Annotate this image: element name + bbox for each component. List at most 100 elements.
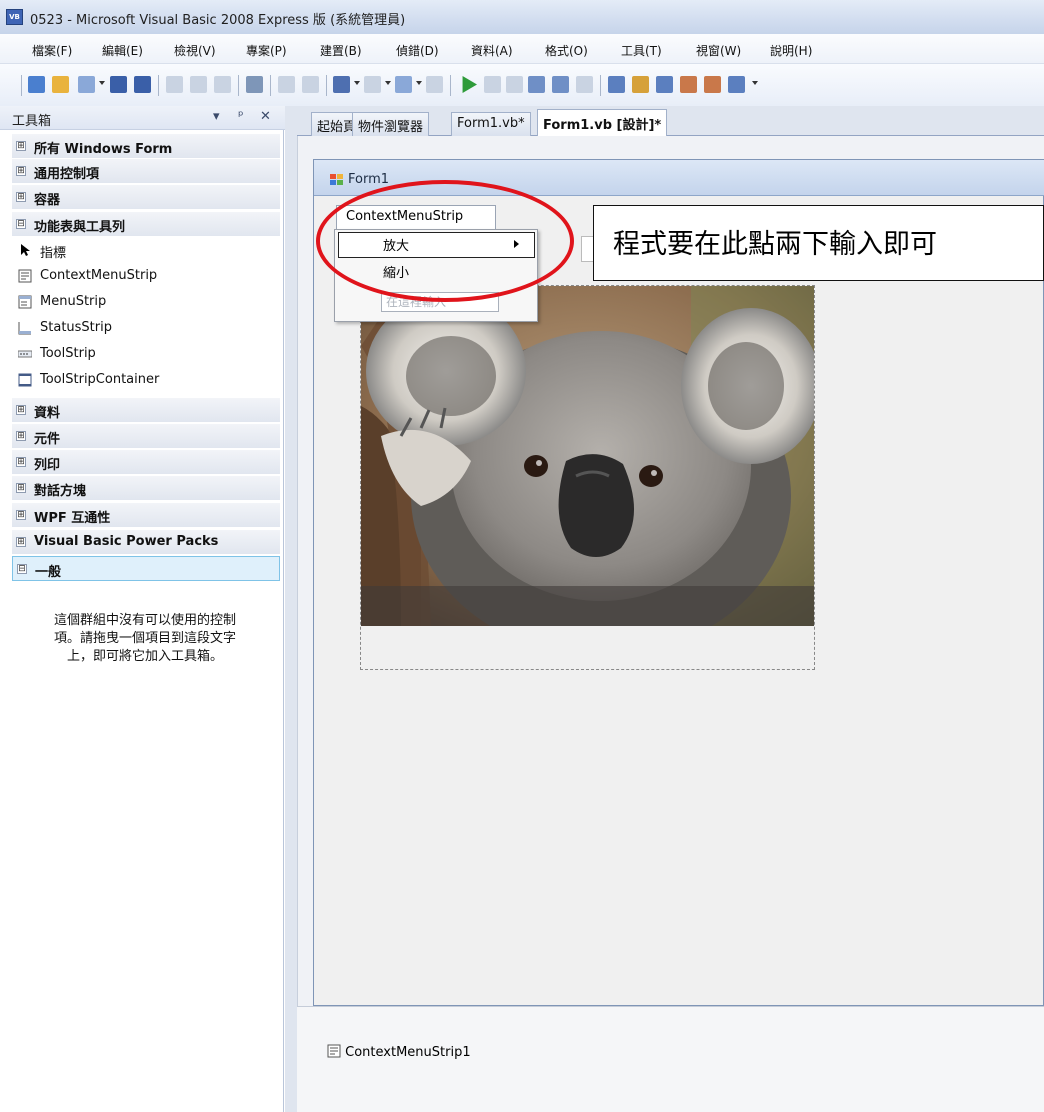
group-label: 通用控制項	[34, 167, 100, 182]
toolbox-item-label: 指標	[40, 246, 67, 261]
close-icon[interactable]: ✕	[260, 109, 271, 124]
paste-icon[interactable]	[214, 76, 231, 93]
menu-file[interactable]: 檔案(F)	[32, 42, 72, 59]
toolbox-item-menustrip[interactable]: MenuStrip	[12, 290, 280, 316]
save-all-icon[interactable]	[134, 76, 151, 93]
menu-project[interactable]: 專案(P)	[246, 42, 287, 59]
toolbox-icon[interactable]	[680, 76, 697, 93]
group-printing[interactable]: ⊞ 列印	[12, 450, 280, 475]
start-page-icon[interactable]	[728, 76, 745, 93]
step-into-icon[interactable]	[528, 76, 545, 93]
cut-icon[interactable]	[166, 76, 183, 93]
add-item-dropdown-icon[interactable]	[99, 81, 105, 85]
expand-icon[interactable]: ⊞	[16, 192, 26, 202]
redo-dropdown-icon[interactable]	[385, 81, 391, 85]
expand-icon[interactable]: ⊞	[16, 405, 26, 415]
menu-build[interactable]: 建置(B)	[320, 42, 362, 59]
navigate-back-icon[interactable]	[395, 76, 412, 93]
toolbox-item-pointer[interactable]: 指標	[12, 238, 280, 264]
pause-icon[interactable]	[484, 76, 501, 93]
group-all-windows-forms[interactable]: ⊞ 所有 Windows Form	[12, 134, 280, 159]
pin-icon[interactable]: ᵖ	[238, 109, 244, 124]
menu-format[interactable]: 格式(O)	[545, 42, 588, 59]
expand-icon[interactable]: ⊞	[16, 457, 26, 467]
menu-edit[interactable]: 編輯(E)	[102, 42, 143, 59]
tab-object-browser[interactable]: 物件瀏覽器	[352, 112, 430, 136]
toolbar-separator	[158, 75, 159, 96]
menu-view[interactable]: 檢視(V)	[174, 42, 216, 59]
tab-form1-code[interactable]: Form1.vb*	[451, 112, 531, 136]
menustrip-icon	[18, 295, 32, 309]
group-data[interactable]: ⊞ 資料	[12, 398, 280, 423]
add-item-icon[interactable]	[78, 76, 95, 93]
undo-dropdown-icon[interactable]	[354, 81, 360, 85]
toolstrip-icon	[18, 350, 32, 358]
toolbox-item-label: StatusStrip	[40, 320, 112, 335]
properties-icon[interactable]	[632, 76, 649, 93]
expand-icon[interactable]: ⊞	[16, 483, 26, 493]
toolbox-item-statusstrip[interactable]: StatusStrip	[12, 316, 280, 342]
menu-help[interactable]: 說明(H)	[770, 42, 812, 59]
group-containers[interactable]: ⊞ 容器	[12, 185, 280, 210]
form-icon	[330, 174, 343, 185]
start-debugging-icon[interactable]	[462, 76, 477, 93]
collapse-icon[interactable]: ⊟	[17, 564, 27, 574]
object-browser-icon[interactable]	[656, 76, 673, 93]
redo-icon[interactable]	[364, 76, 381, 93]
comment-icon[interactable]	[278, 76, 295, 93]
group-vb-power-packs[interactable]: ⊞ Visual Basic Power Packs	[12, 530, 280, 555]
toolbar-separator	[450, 75, 451, 96]
toolbox-item-toolstripcontainer[interactable]: ToolStripContainer	[12, 368, 280, 394]
expand-icon[interactable]: ⊞	[16, 166, 26, 176]
toolbox-dropdown-icon[interactable]: ▾	[213, 109, 220, 124]
open-file-icon[interactable]	[52, 76, 69, 93]
solution-explorer-icon[interactable]	[608, 76, 625, 93]
annotation-text: 程式要在此點兩下輸入即可	[613, 229, 937, 260]
expand-icon[interactable]: ⊞	[16, 431, 26, 441]
toolbox-item-contextmenustrip[interactable]: ContextMenuStrip	[12, 264, 280, 290]
group-dialogs[interactable]: ⊞ 對話方塊	[12, 476, 280, 501]
tray-item-contextmenustrip1[interactable]: ContextMenuStrip1	[327, 1044, 471, 1060]
copy-icon[interactable]	[190, 76, 207, 93]
find-icon[interactable]	[246, 76, 263, 93]
expand-icon[interactable]: ⊞	[16, 537, 26, 547]
toolbar-options-icon[interactable]	[752, 81, 758, 85]
toolbar-separator	[600, 75, 601, 96]
toolbox-item-toolstrip[interactable]: ToolStrip	[12, 342, 280, 368]
document-tabs: 起始頁 物件瀏覽器 Form1.vb* Form1.vb [設計]*	[297, 106, 1044, 137]
error-list-icon[interactable]	[704, 76, 721, 93]
menu-window[interactable]: 視窗(W)	[696, 42, 741, 59]
expand-icon[interactable]: ⊞	[16, 510, 26, 520]
group-wpf-interop[interactable]: ⊞ WPF 互通性	[12, 503, 280, 528]
stop-icon[interactable]	[506, 76, 523, 93]
toolbox-item-label: ToolStrip	[40, 346, 96, 361]
menu-tools[interactable]: 工具(T)	[621, 42, 662, 59]
save-icon[interactable]	[110, 76, 127, 93]
group-label: 所有 Windows Form	[34, 142, 173, 157]
expand-icon[interactable]: ⊞	[16, 141, 26, 151]
group-label: 容器	[34, 193, 61, 208]
standard-toolbar	[0, 64, 1044, 106]
menu-debug[interactable]: 偵錯(D)	[396, 42, 439, 59]
undo-icon[interactable]	[333, 76, 350, 93]
toolbox-item-label: ContextMenuStrip	[40, 268, 158, 283]
tab-form1-design[interactable]: Form1.vb [設計]*	[537, 109, 668, 137]
new-project-icon[interactable]	[28, 76, 45, 93]
koala-image	[361, 286, 814, 626]
uncomment-icon[interactable]	[302, 76, 319, 93]
navigate-dropdown-icon[interactable]	[416, 81, 422, 85]
step-over-icon[interactable]	[552, 76, 569, 93]
menu-data[interactable]: 資料(A)	[471, 42, 513, 59]
toolbox-title: 工具箱	[12, 114, 52, 129]
group-components[interactable]: ⊞ 元件	[12, 424, 280, 449]
collapse-icon[interactable]: ⊟	[16, 219, 26, 229]
group-general[interactable]: ⊟ 一般	[12, 556, 280, 581]
navigate-forward-icon[interactable]	[426, 76, 443, 93]
koala-picture	[361, 286, 814, 626]
group-menus-toolbars[interactable]: ⊟ 功能表與工具列	[12, 212, 280, 237]
contextmenustrip-icon	[18, 269, 32, 283]
group-common-controls[interactable]: ⊞ 通用控制項	[12, 159, 280, 184]
group-label: 功能表與工具列	[34, 220, 126, 235]
step-out-icon[interactable]	[576, 76, 593, 93]
splitter[interactable]	[285, 106, 297, 1112]
